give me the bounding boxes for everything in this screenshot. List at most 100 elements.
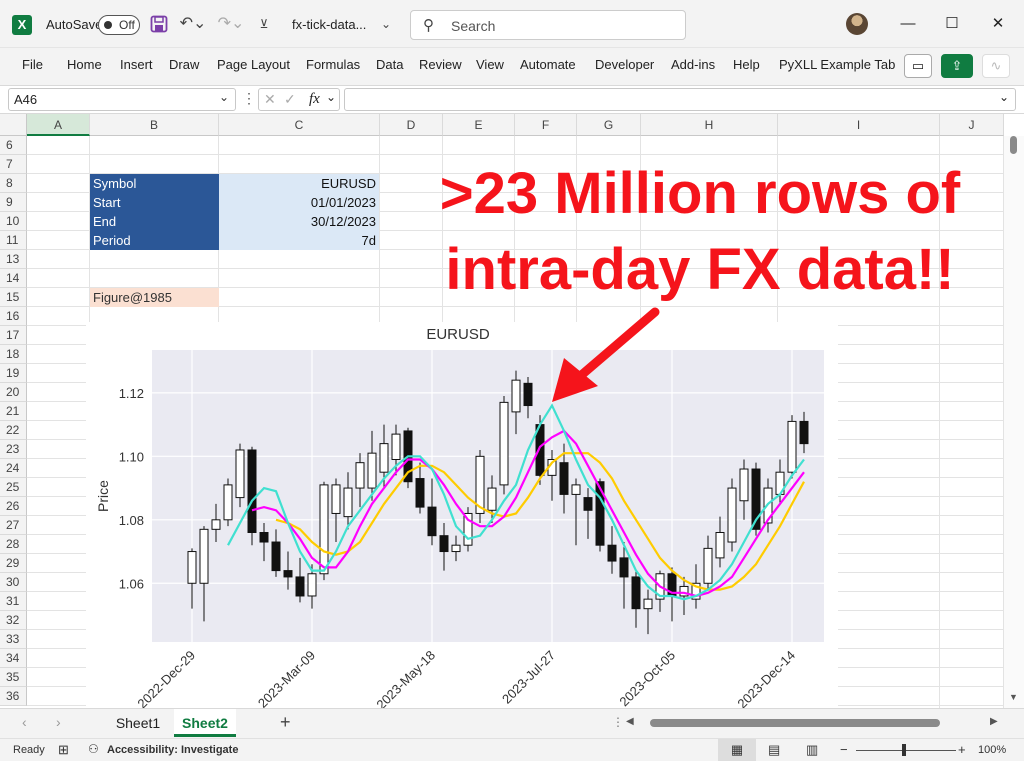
zoom-level[interactable]: 100% (978, 744, 1006, 756)
param-value-symbol[interactable]: EURUSD (219, 174, 379, 193)
row-header-23[interactable]: 23 (0, 440, 27, 459)
column-header-j[interactable]: J (940, 114, 1004, 136)
file-name[interactable]: fx-tick-data... (292, 17, 366, 32)
row-header-14[interactable]: 14 (0, 269, 27, 288)
figure-cell[interactable]: Figure@1985 (90, 288, 219, 307)
scroll-right-icon[interactable]: ▶ (990, 716, 998, 727)
param-label-start[interactable]: Start (90, 193, 219, 212)
column-header-f[interactable]: F (515, 114, 577, 136)
tab-page-layout[interactable]: Page Layout (217, 57, 290, 72)
tab-sheet2[interactable]: Sheet2 (174, 709, 236, 737)
minimize-icon[interactable]: — (898, 14, 918, 34)
accessibility-icon[interactable]: ⚇ (88, 742, 99, 756)
tab-file[interactable]: File (22, 57, 43, 72)
row-header-31[interactable]: 31 (0, 592, 27, 611)
row-header-32[interactable]: 32 (0, 611, 27, 630)
tab-review[interactable]: Review (419, 57, 462, 72)
redo-icon[interactable]: ↷⌄ (216, 12, 246, 36)
row-header-27[interactable]: 27 (0, 516, 27, 535)
more-sheets-icon[interactable]: ⋮ (612, 715, 624, 729)
row-header-24[interactable]: 24 (0, 459, 27, 478)
row-header-25[interactable]: 25 (0, 478, 27, 497)
row-header-15[interactable]: 15 (0, 288, 27, 307)
tab-formulas[interactable]: Formulas (306, 57, 360, 72)
page-layout-view-icon[interactable]: ▤ (768, 742, 780, 758)
save-icon[interactable] (150, 15, 168, 33)
row-header-29[interactable]: 29 (0, 554, 27, 573)
tab-data[interactable]: Data (376, 57, 403, 72)
tab-developer[interactable]: Developer (595, 57, 654, 72)
zoom-slider-thumb[interactable] (902, 744, 906, 756)
formula-input[interactable]: ⌄ (344, 88, 1016, 111)
tab-sheet1[interactable]: Sheet1 (108, 709, 168, 737)
scroll-down-icon[interactable]: ▼ (1009, 692, 1018, 702)
column-header-e[interactable]: E (443, 114, 515, 136)
customize-toolbar-icon[interactable]: ⊻ (254, 12, 274, 36)
chart-object[interactable]: EURUSD 1.06 1.08 1.10 1.12 2022-Dec-29 2023-Ma… (86, 322, 838, 712)
row-header-26[interactable]: 26 (0, 497, 27, 516)
row-header-8[interactable]: 8 (0, 174, 27, 193)
macro-record-icon[interactable]: ⊞ (58, 742, 69, 758)
row-header-6[interactable]: 6 (0, 136, 27, 155)
avatar[interactable] (846, 13, 868, 35)
row-header-19[interactable]: 19 (0, 364, 27, 383)
search-box[interactable]: ⚲ Search (410, 10, 686, 40)
row-header-17[interactable]: 17 (0, 326, 27, 345)
accessibility-status[interactable]: Accessibility: Investigate (107, 744, 238, 756)
row-header-36[interactable]: 36 (0, 687, 27, 706)
enter-icon[interactable]: ✓ (284, 91, 296, 108)
comments-icon[interactable]: ▭ (904, 54, 932, 78)
vertical-scrollbar[interactable]: ▲ ▼ (1004, 136, 1024, 708)
param-label-end[interactable]: End (90, 212, 219, 231)
tab-automate[interactable]: Automate (520, 57, 576, 72)
row-header-7[interactable]: 7 (0, 155, 27, 174)
row-header-21[interactable]: 21 (0, 402, 27, 421)
undo-icon[interactable]: ↶⌄ (178, 12, 208, 36)
row-header-13[interactable]: 13 (0, 250, 27, 269)
row-header-10[interactable]: 10 (0, 212, 27, 231)
zoom-out-icon[interactable]: − (840, 742, 848, 757)
chevron-down-icon[interactable]: ⌄ (378, 12, 394, 36)
maximize-icon[interactable]: ☐ (942, 14, 962, 34)
normal-view-icon[interactable]: ▦ (718, 739, 756, 761)
tab-pyxll-example[interactable]: PyXLL Example Tab (779, 57, 895, 72)
tab-insert[interactable]: Insert (120, 57, 153, 72)
copilot-icon[interactable]: ∿ (982, 54, 1010, 78)
row-header-20[interactable]: 20 (0, 383, 27, 402)
column-header-a[interactable]: A (27, 114, 90, 136)
column-header-h[interactable]: H (641, 114, 778, 136)
share-icon[interactable]: ⇪ (941, 54, 973, 78)
add-sheet-icon[interactable]: + (280, 712, 291, 733)
row-header-33[interactable]: 33 (0, 630, 27, 649)
scroll-left-icon[interactable]: ◀ (626, 716, 634, 727)
row-header-28[interactable]: 28 (0, 535, 27, 554)
insert-function-icon[interactable]: fx (309, 91, 320, 108)
tab-help[interactable]: Help (733, 57, 760, 72)
next-sheet-icon[interactable]: › (56, 714, 61, 730)
row-header-34[interactable]: 34 (0, 649, 27, 668)
column-header-b[interactable]: B (90, 114, 219, 136)
horizontal-scroll-thumb[interactable] (650, 719, 940, 727)
row-header-16[interactable]: 16 (0, 307, 27, 326)
close-icon[interactable]: ✕ (988, 14, 1008, 34)
param-value-end[interactable]: 30/12/2023 (219, 212, 379, 231)
zoom-in-icon[interactable]: + (958, 742, 966, 757)
select-all-corner[interactable] (0, 114, 27, 136)
chevron-down-icon[interactable]: ⌄ (326, 90, 336, 104)
column-header-g[interactable]: G (577, 114, 641, 136)
tab-view[interactable]: View (476, 57, 504, 72)
column-header-d[interactable]: D (380, 114, 443, 136)
param-label-symbol[interactable]: Symbol (90, 174, 219, 193)
param-value-start[interactable]: 01/01/2023 (219, 193, 379, 212)
autosave-toggle[interactable]: Off (98, 15, 140, 35)
expand-formula-icon[interactable]: ⌄ (999, 90, 1009, 104)
tab-home[interactable]: Home (67, 57, 102, 72)
row-header-30[interactable]: 30 (0, 573, 27, 592)
param-value-period[interactable]: 7d (219, 231, 379, 250)
tab-draw[interactable]: Draw (169, 57, 199, 72)
page-break-view-icon[interactable]: ▥ (806, 742, 818, 758)
row-header-35[interactable]: 35 (0, 668, 27, 687)
vertical-scroll-thumb[interactable] (1010, 136, 1017, 154)
tab-add-ins[interactable]: Add-ins (671, 57, 715, 72)
row-header-22[interactable]: 22 (0, 421, 27, 440)
